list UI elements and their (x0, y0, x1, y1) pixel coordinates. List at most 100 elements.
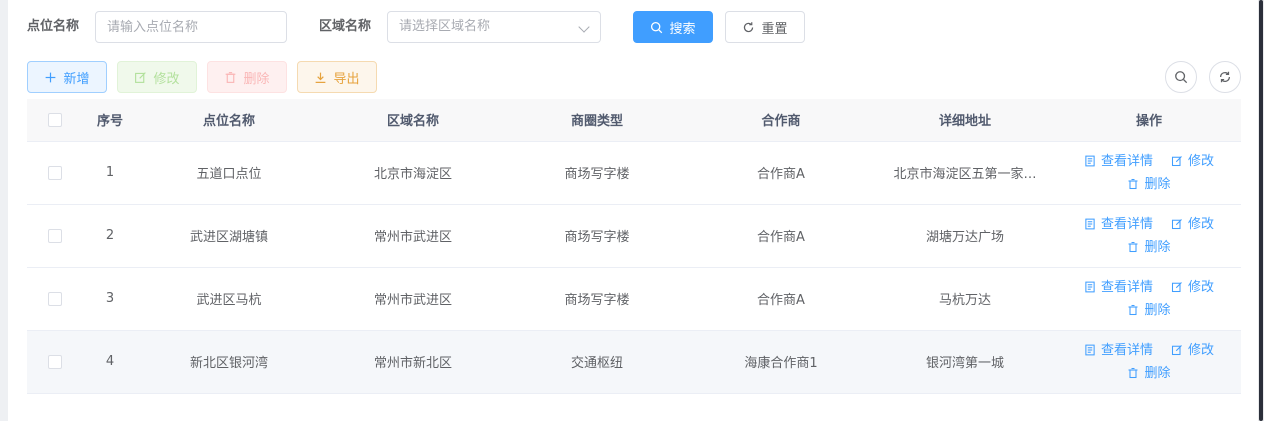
row-edit-link[interactable]: 修改 (1171, 342, 1214, 359)
cell-index: 2 (83, 204, 137, 268)
table-row[interactable]: 1 五道口点位 北京市海淀区 商场写字楼 合作商A 北京市海淀区五第一家… 查看详情 修改 删除 (27, 141, 1241, 205)
table-row[interactable]: 2 武进区湖塘镇 常州市武进区 商场写字楼 合作商A 湖塘万达广场 查看详情 修改 删除 (27, 204, 1241, 268)
view-detail-label: 查看详情 (1100, 342, 1153, 358)
main-panel: 点位名称 区域名称 请选择区域名称 搜索 重置 新增 修改 删除 导出 (8, 0, 1258, 421)
trash-icon (1128, 241, 1138, 253)
toggle-search-button[interactable] (1165, 61, 1197, 93)
cell-partner: 合作商A (689, 267, 873, 331)
cell-type: 商场写字楼 (505, 267, 689, 331)
row-checkbox[interactable] (48, 165, 62, 180)
reset-button-label: 重置 (761, 21, 788, 37)
cell-point-name: 武进区湖塘镇 (137, 204, 321, 268)
cell-index: 3 (83, 267, 137, 331)
row-delete-link[interactable]: 删除 (1127, 302, 1171, 319)
edit-button-label: 修改 (153, 71, 180, 87)
cell-type: 商场写字楼 (505, 204, 689, 268)
point-name-input[interactable] (107, 12, 286, 42)
row-checkbox[interactable] (48, 354, 62, 369)
add-button[interactable]: 新增 (27, 61, 107, 93)
row-delete-label: 删除 (1144, 365, 1171, 381)
cell-index: 1 (83, 141, 137, 205)
row-delete-link[interactable]: 删除 (1127, 176, 1171, 193)
view-detail-link[interactable]: 查看详情 (1084, 342, 1153, 359)
cell-point-name: 五道口点位 (137, 141, 321, 205)
row-edit-label: 修改 (1188, 279, 1215, 295)
cell-ops: 查看详情 修改删除 (1057, 267, 1241, 331)
point-name-input-wrapper[interactable] (95, 11, 287, 43)
row-delete-label: 删除 (1144, 302, 1171, 318)
chevron-down-icon (578, 21, 590, 33)
edit-icon (135, 71, 147, 83)
edit-icon (1171, 156, 1182, 167)
view-detail-link[interactable]: 查看详情 (1084, 279, 1153, 296)
view-detail-link[interactable]: 查看详情 (1084, 153, 1153, 170)
cell-point-name: 新北区银河湾 (137, 330, 321, 394)
cell-type: 商场写字楼 (505, 141, 689, 205)
cell-area: 北京市海淀区 (321, 141, 505, 205)
table-row[interactable]: 4 新北区银河湾 常州市新北区 交通枢纽 海康合作商1 银河湾第一城 查看详情 修改 删除 (27, 330, 1241, 394)
plus-icon (46, 72, 56, 82)
search-icon (1175, 71, 1188, 84)
row-checkbox[interactable] (48, 291, 62, 306)
cell-address: 湖塘万达广场 (873, 204, 1057, 268)
cell-ops: 查看详情 修改 删除 (1057, 204, 1241, 268)
cell-partner: 海康合作商1 (689, 330, 873, 394)
add-button-label: 新增 (63, 71, 90, 87)
cell-address: 银河湾第一城 (873, 330, 1057, 394)
document-icon (1085, 218, 1095, 230)
trash-icon (1128, 304, 1138, 316)
trash-icon (226, 71, 236, 83)
select-all-checkbox[interactable] (48, 112, 62, 127)
area-name-select[interactable]: 请选择区域名称 (387, 11, 601, 43)
row-edit-link[interactable]: 修改 (1171, 216, 1214, 233)
search-button[interactable]: 搜索 (633, 11, 713, 43)
point-name-label: 点位名称 (27, 19, 80, 34)
row-select[interactable] (27, 204, 83, 268)
edit-icon (1171, 345, 1182, 356)
table-row[interactable]: 3 武进区马杭 常州市武进区 商场写字楼 合作商A 马杭万达 查看详情 修改 删除 (27, 267, 1241, 331)
row-edit-link[interactable]: 修改 (1171, 279, 1214, 296)
header-area: 区域名称 (321, 99, 505, 142)
export-button[interactable]: 导出 (297, 61, 377, 93)
cell-type: 交通枢纽 (505, 330, 689, 394)
document-icon (1085, 344, 1095, 356)
refresh-table-button[interactable] (1209, 61, 1241, 93)
cell-area: 常州市武进区 (321, 267, 505, 331)
row-select[interactable] (27, 267, 83, 331)
export-button-label: 导出 (333, 71, 360, 87)
row-delete-label: 删除 (1144, 239, 1171, 255)
edit-icon (1171, 282, 1182, 293)
reset-button[interactable]: 重置 (725, 11, 805, 43)
header-address: 详细地址 (873, 99, 1057, 142)
edit-button[interactable]: 修改 (117, 61, 197, 93)
row-select[interactable] (27, 330, 83, 394)
search-button-label: 搜索 (669, 21, 696, 37)
row-edit-link[interactable]: 修改 (1171, 153, 1214, 170)
header-select-all[interactable] (27, 99, 83, 142)
header-partner: 合作商 (689, 99, 873, 142)
delete-button[interactable]: 删除 (207, 61, 287, 93)
header-type: 商圈类型 (505, 99, 689, 142)
view-detail-label: 查看详情 (1100, 153, 1153, 169)
cell-partner: 合作商A (689, 141, 873, 205)
trash-icon (1128, 178, 1138, 190)
view-detail-label: 查看详情 (1100, 216, 1153, 232)
refresh-icon (744, 21, 754, 32)
cell-ops: 查看详情 修改 删除 (1057, 330, 1241, 394)
cell-ops: 查看详情 修改 删除 (1057, 141, 1241, 205)
cell-address: 北京市海淀区五第一家… (873, 141, 1057, 205)
row-delete-link[interactable]: 删除 (1127, 365, 1171, 382)
left-edge (0, 0, 8, 421)
points-table: 序号 点位名称 区域名称 商圈类型 合作商 详细地址 操作 1 五道口点位 北京市海… (27, 99, 1241, 394)
delete-button-label: 删除 (243, 71, 270, 87)
view-detail-link[interactable]: 查看详情 (1084, 216, 1153, 233)
edit-icon (1171, 219, 1182, 230)
row-delete-link[interactable]: 删除 (1127, 239, 1171, 256)
scrollbar-thumb[interactable] (1259, 0, 1263, 421)
row-checkbox[interactable] (48, 228, 62, 243)
row-select[interactable] (27, 141, 83, 205)
scrollbar[interactable] (1258, 0, 1264, 421)
header-point-name: 点位名称 (137, 99, 321, 142)
row-delete-label: 删除 (1144, 176, 1171, 192)
cell-area: 常州市武进区 (321, 204, 505, 268)
